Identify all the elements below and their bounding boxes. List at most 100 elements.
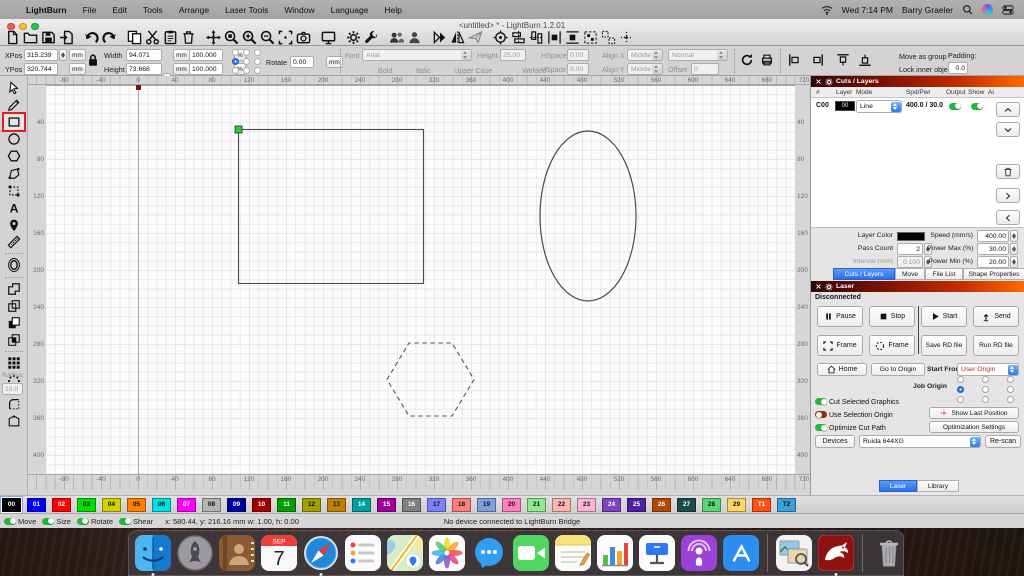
trash-small-button[interactable] xyxy=(996,164,1020,179)
menu-item-window[interactable]: Window xyxy=(276,5,322,15)
palette-swatch-28[interactable]: 28 xyxy=(702,498,721,512)
chev-down-button[interactable] xyxy=(996,122,1020,137)
speed-stepper[interactable] xyxy=(1010,230,1018,242)
ungroup-selection-button[interactable] xyxy=(599,29,617,45)
status-toggle-shear[interactable]: Shear xyxy=(119,517,153,526)
distribute-vertical-button[interactable] xyxy=(563,29,581,45)
settings-gear-button[interactable] xyxy=(344,29,362,45)
aspect-lock-icon[interactable] xyxy=(86,54,100,66)
preview-window-button[interactable] xyxy=(319,29,337,45)
tool-grid-array-button[interactable] xyxy=(3,355,25,372)
chev-right-button[interactable] xyxy=(996,188,1020,203)
tool-rect-button[interactable] xyxy=(3,113,25,130)
push-down-icon[interactable] xyxy=(858,54,872,66)
offset-input[interactable]: 0 xyxy=(691,63,719,75)
text-style-dropdown[interactable]: Normal xyxy=(668,49,728,61)
width-input[interactable]: 94.071 xyxy=(126,49,162,61)
rescan-button[interactable]: Re-scan xyxy=(985,435,1021,448)
dock-app-facetime[interactable] xyxy=(512,534,550,572)
open-file-button[interactable] xyxy=(21,29,39,45)
delete-button[interactable] xyxy=(179,29,197,45)
dock-app-contacts[interactable] xyxy=(218,534,256,572)
palette-swatch-23[interactable]: 23 xyxy=(577,498,596,512)
frame-rect-button[interactable]: Frame xyxy=(817,335,863,356)
tool-polygon-button[interactable] xyxy=(3,148,25,165)
palette-swatch-26[interactable]: 26 xyxy=(652,498,671,512)
spotlight-icon[interactable] xyxy=(962,4,973,15)
canvas-grid[interactable] xyxy=(46,85,795,474)
dock-app-reminders[interactable] xyxy=(344,534,382,572)
tool-weld-button[interactable] xyxy=(3,280,25,297)
align-y-dropdown[interactable]: Middle xyxy=(627,63,663,75)
dock-app-trash[interactable] xyxy=(870,534,908,572)
tab-file-list[interactable]: File List xyxy=(925,268,963,280)
palette-swatch-03[interactable]: 03 xyxy=(77,498,96,512)
palette-swatch-25[interactable]: 25 xyxy=(627,498,646,512)
zoom-in-button[interactable] xyxy=(240,29,258,45)
height-input[interactable]: 73.668 xyxy=(126,63,162,75)
dock-app-appstore[interactable] xyxy=(722,534,760,572)
notification-center-icon[interactable] xyxy=(1002,4,1014,16)
close-icon[interactable] xyxy=(814,78,822,86)
redo-button[interactable] xyxy=(100,29,118,45)
canvas-ellipse-shape[interactable] xyxy=(540,131,636,301)
single-user-button[interactable] xyxy=(405,29,423,45)
dock-app-finder[interactable] xyxy=(134,534,172,572)
push-up-icon[interactable] xyxy=(836,54,850,66)
dock-app-calendar[interactable]: SEP7 xyxy=(260,534,298,572)
device-dropdown[interactable]: Ruida 644XG xyxy=(859,435,981,448)
ypos-input[interactable]: 320.744 xyxy=(24,63,58,75)
dock-app-podcasts[interactable] xyxy=(680,534,718,572)
radius-input[interactable]: 10.0 xyxy=(2,383,23,395)
zoom-to-page-button[interactable] xyxy=(222,29,240,45)
palette-swatch-T2[interactable]: T2 xyxy=(777,498,796,512)
xpos-stepper[interactable] xyxy=(59,49,67,61)
canvas-hexagon-shape[interactable] xyxy=(387,343,474,416)
palette-swatch-19[interactable]: 19 xyxy=(477,498,496,512)
palette-swatch-27[interactable]: 27 xyxy=(677,498,696,512)
chev-up-button[interactable] xyxy=(996,102,1020,117)
job-origin-radio-0-2[interactable] xyxy=(1007,376,1014,383)
palette-swatch-15[interactable]: 15 xyxy=(377,498,396,512)
menu-item-laser-tools[interactable]: Laser Tools xyxy=(217,5,276,15)
menu-item-tools[interactable]: Tools xyxy=(135,5,171,15)
print-icon[interactable] xyxy=(760,54,774,66)
anchor-dot-0-0[interactable] xyxy=(232,49,239,56)
power-min-stepper[interactable] xyxy=(1010,256,1018,268)
cut-selected-toggle[interactable] xyxy=(815,398,827,405)
tool-draw-button[interactable] xyxy=(3,96,25,113)
canvas-rectangle-shape[interactable] xyxy=(239,130,424,284)
job-origin-radio-1-1[interactable] xyxy=(982,386,989,393)
anchor-dot-2-1[interactable] xyxy=(243,67,250,74)
job-origin-radio-1-0[interactable] xyxy=(957,386,964,393)
home-button[interactable]: Home xyxy=(817,363,867,376)
status-toggle-size[interactable]: Size xyxy=(42,517,71,526)
tool-shape-edit-button[interactable] xyxy=(3,182,25,199)
height-percent-input[interactable]: 100.000 xyxy=(189,63,223,75)
padding-input[interactable]: 0.0 xyxy=(948,62,968,74)
palette-swatch-12[interactable]: 12 xyxy=(302,498,321,512)
tool-ellipse-button[interactable] xyxy=(3,131,25,148)
dock-app-notes[interactable] xyxy=(554,534,592,572)
hspace-input[interactable]: 0.00 xyxy=(567,49,589,61)
multi-user-button[interactable] xyxy=(387,29,405,45)
tool-intersect-button[interactable] xyxy=(3,332,25,349)
palette-swatch-10[interactable]: 10 xyxy=(252,498,271,512)
group-selection-button[interactable] xyxy=(581,29,599,45)
power-max-input[interactable]: 30.00 xyxy=(977,243,1009,255)
tool-corner2-button[interactable] xyxy=(3,412,25,429)
palette-swatch-02[interactable]: 02 xyxy=(52,498,71,512)
send-file-button[interactable] xyxy=(466,29,484,45)
interval-input[interactable]: 0.100 xyxy=(897,256,923,268)
layer-show-toggle[interactable] xyxy=(971,103,983,110)
set-origin-button[interactable] xyxy=(491,29,509,45)
width-percent-input[interactable]: 100.000 xyxy=(189,49,223,61)
tab-library[interactable]: Library xyxy=(917,480,959,492)
width-unit-button[interactable]: mm xyxy=(173,49,190,61)
job-origin-radio-2-1[interactable] xyxy=(982,396,989,403)
anchor-dot-2-2[interactable] xyxy=(254,67,261,74)
pan-view-button[interactable] xyxy=(204,29,222,45)
dock-app-photos[interactable] xyxy=(428,534,466,572)
go-to-origin-button[interactable]: Go to Origin xyxy=(871,363,925,376)
palette-swatch-18[interactable]: 18 xyxy=(452,498,471,512)
